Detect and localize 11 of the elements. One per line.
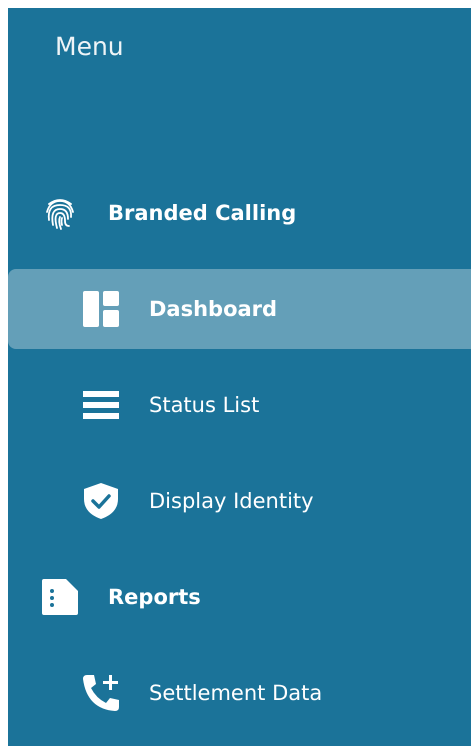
menu-item[interactable]: Settlement Data (8, 653, 471, 733)
document-icon (42, 579, 78, 615)
menu-item[interactable]: Status List (8, 365, 471, 445)
dashboard-icon (83, 291, 119, 327)
menu-item[interactable]: Dashboard (8, 269, 471, 349)
shield-check-icon (83, 483, 119, 519)
menu-title: Menu (54, 33, 125, 61)
menu-section[interactable]: Branded Calling (8, 173, 471, 253)
phone-plus-icon (83, 675, 119, 711)
menu-section[interactable]: Reports (8, 557, 471, 637)
menu-item[interactable]: Display Identity (8, 461, 471, 541)
